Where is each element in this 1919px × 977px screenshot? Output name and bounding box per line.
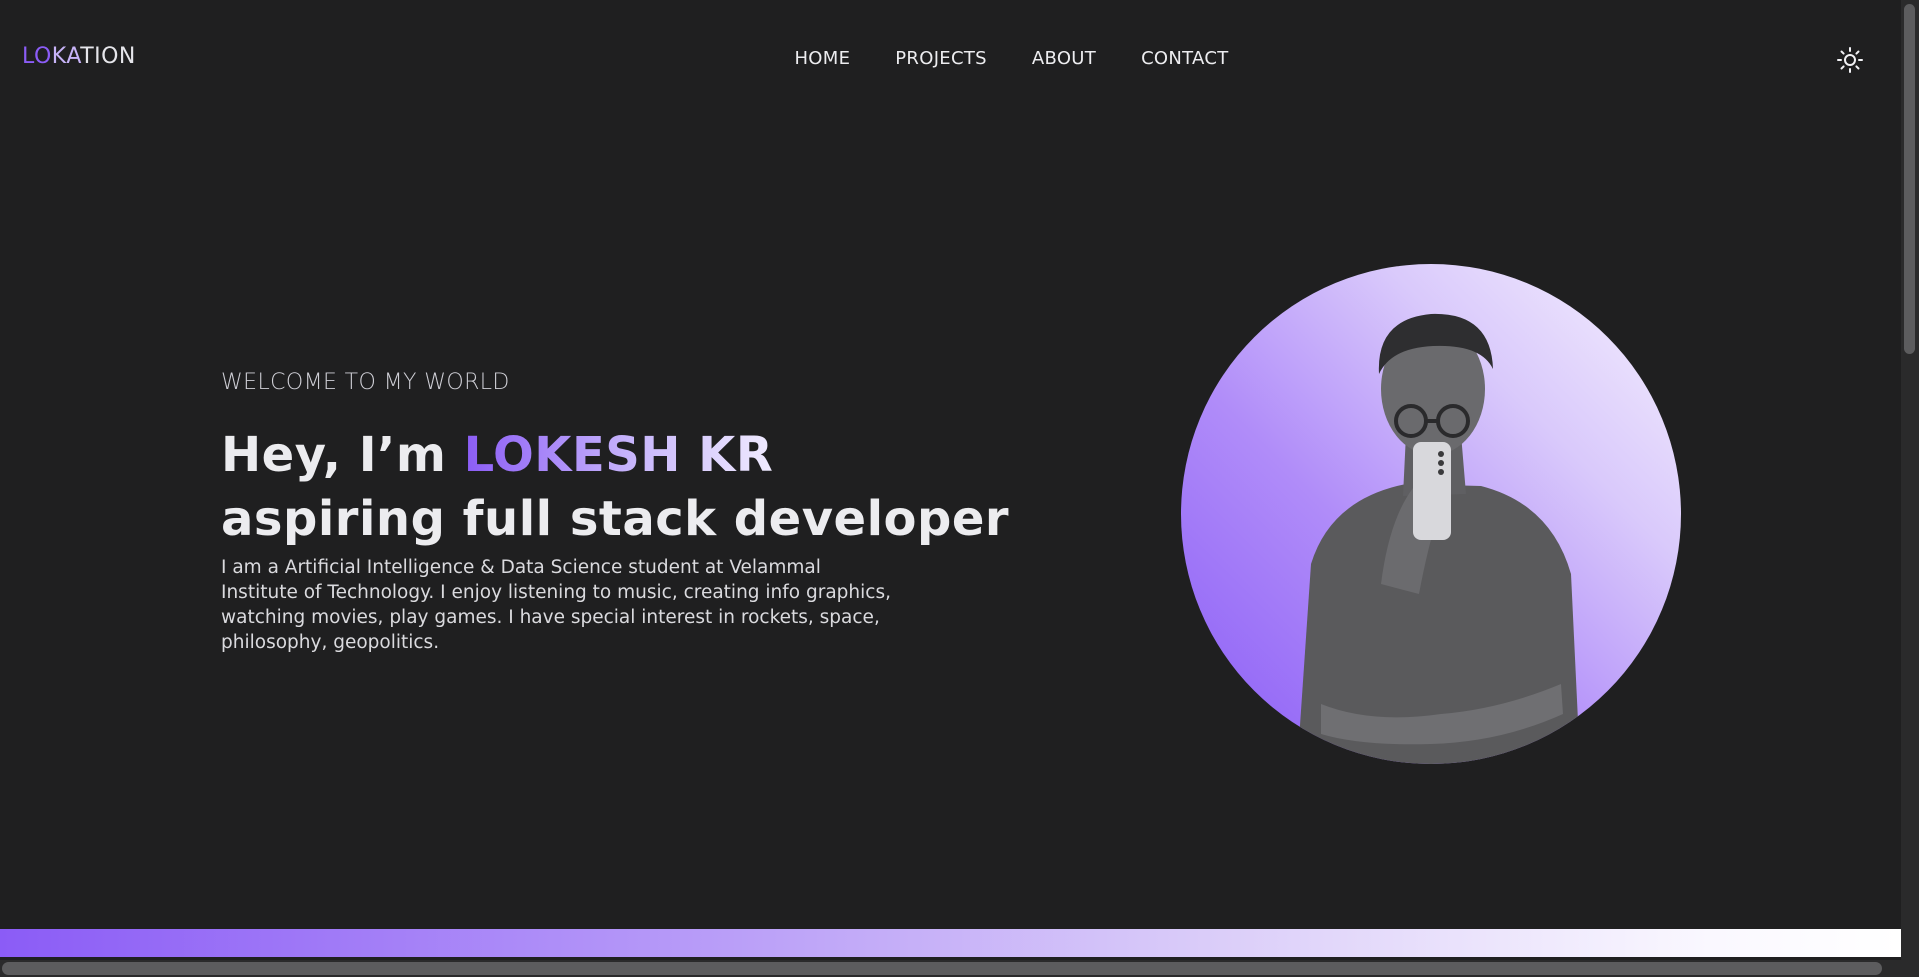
nav-home[interactable]: HOME bbox=[794, 48, 850, 69]
gradient-footer-band bbox=[0, 929, 1901, 957]
welcome-text: WELCOME TO MY WORLD bbox=[221, 370, 510, 395]
nav-contact[interactable]: CONTACT bbox=[1141, 48, 1228, 69]
theme-toggle-button[interactable] bbox=[1836, 46, 1864, 74]
sun-icon bbox=[1837, 47, 1863, 73]
vertical-scroll-thumb[interactable] bbox=[1904, 4, 1915, 354]
person-silhouette bbox=[1297, 313, 1581, 764]
nav-about[interactable]: ABOUT bbox=[1032, 48, 1096, 69]
hero-role: aspiring full stack developer bbox=[221, 491, 1010, 547]
page: LOKATION HOME PROJECTS ABOUT CONTACT WEL… bbox=[0, 0, 1901, 960]
hero-heading: Hey, I’m LOKESH KR aspiring full stack d… bbox=[221, 423, 1009, 551]
profile-photo bbox=[1181, 264, 1681, 764]
nav-projects[interactable]: PROJECTS bbox=[895, 48, 987, 69]
hero-name: LOKESH KR bbox=[463, 427, 774, 483]
greeting-text: Hey, I’m bbox=[221, 427, 464, 483]
hero-bio: I am a Artificial Intelligence & Data Sc… bbox=[221, 557, 891, 653]
horizontal-scroll-thumb[interactable] bbox=[2, 962, 1882, 975]
main-nav: HOME PROJECTS ABOUT CONTACT bbox=[0, 48, 1901, 69]
